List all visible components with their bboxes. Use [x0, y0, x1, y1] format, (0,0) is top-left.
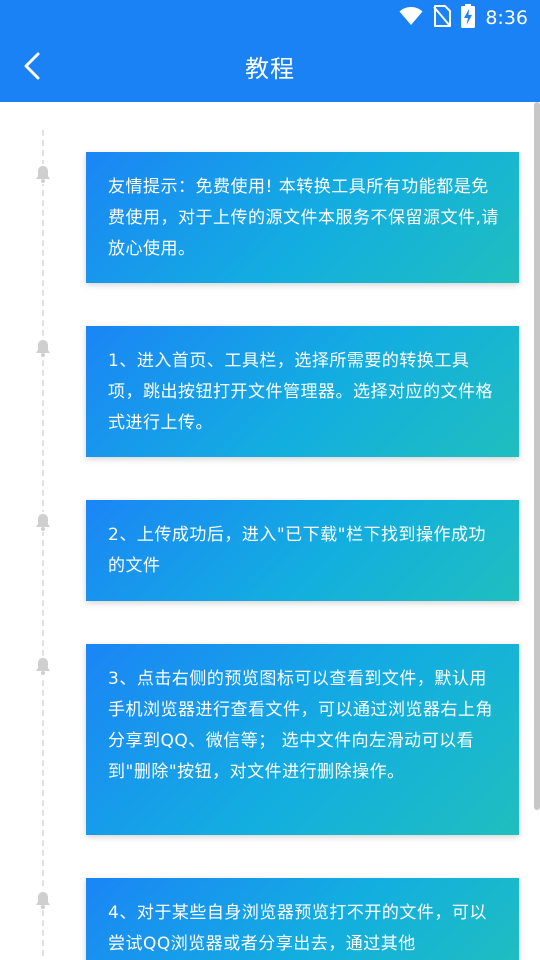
step-card: 2、上传成功后，进入"已下载"栏下找到操作成功的文件 [86, 500, 519, 601]
no-sim-icon [433, 5, 452, 31]
page-title: 教程 [245, 55, 295, 83]
scrollbar[interactable] [534, 102, 540, 810]
bell-icon [33, 890, 53, 910]
step-card: 1、进入首页、工具栏，选择所需要的转换工具项，跳出按钮打开文件管理器。选择对应的… [86, 326, 519, 457]
step-card: 3、点击右侧的预览图标可以查看到文件，默认用手机浏览器进行查看文件，可以通过浏览… [86, 644, 519, 835]
bell-icon [33, 512, 53, 532]
status-icons: 8:36 [399, 4, 528, 32]
bell-icon [33, 164, 53, 184]
step-text: 1、进入首页、工具栏，选择所需要的转换工具项，跳出按钮打开文件管理器。选择对应的… [108, 351, 493, 433]
bell-icon [33, 656, 53, 676]
tip-text: 友情提示：免费使用! 本转换工具所有功能都是免费使用，对于上传的源文件本服务不保… [108, 177, 499, 259]
header: 8:36 教程 [0, 0, 540, 102]
bell-icon [33, 338, 53, 358]
step-text: 2、上传成功后，进入"已下载"栏下找到操作成功的文件 [108, 525, 486, 576]
nav-bar: 教程 [0, 36, 540, 102]
timeline-line [42, 130, 44, 960]
tutorial-content[interactable]: 友情提示：免费使用! 本转换工具所有功能都是免费使用，对于上传的源文件本服务不保… [0, 102, 540, 960]
battery-charging-icon [461, 4, 476, 32]
status-time: 8:36 [485, 7, 528, 29]
tip-card: 友情提示：免费使用! 本转换工具所有功能都是免费使用，对于上传的源文件本服务不保… [86, 152, 519, 283]
step-text: 4、对于某些自身浏览器预览打不开的文件，可以尝试QQ浏览器或者分享出去，通过其他 [108, 903, 487, 954]
step-text: 3、点击右侧的预览图标可以查看到文件，默认用手机浏览器进行查看文件，可以通过浏览… [108, 669, 493, 782]
step-card: 4、对于某些自身浏览器预览打不开的文件，可以尝试QQ浏览器或者分享出去，通过其他 [86, 878, 519, 960]
wifi-icon [399, 6, 423, 30]
status-bar: 8:36 [0, 0, 540, 36]
